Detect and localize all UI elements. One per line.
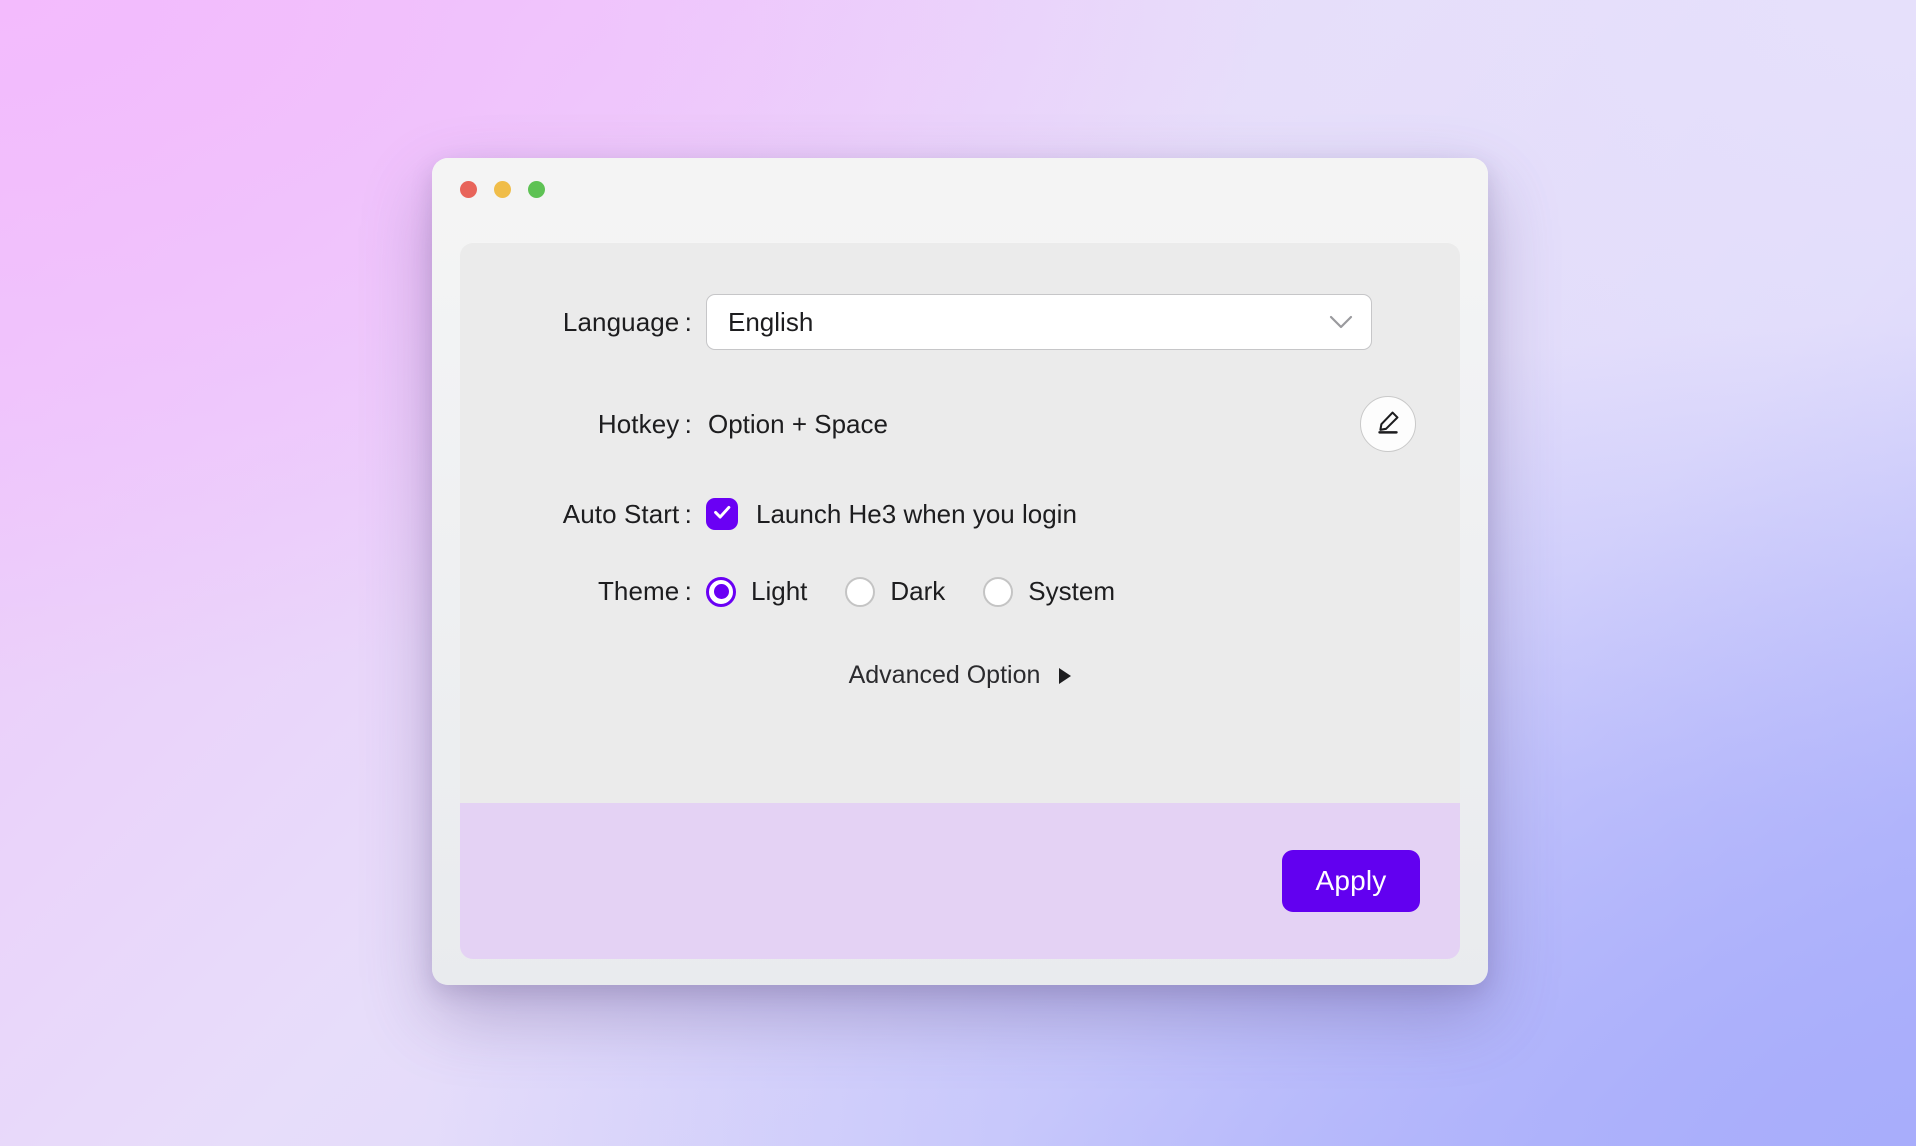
theme-option-system[interactable]: System (983, 576, 1115, 607)
auto-start-label: Auto Start : (562, 498, 692, 529)
theme-radio-group: Light Dark System (706, 576, 1115, 607)
triangle-right-icon (1059, 667, 1072, 684)
radio-button-system[interactable] (983, 576, 1014, 607)
advanced-option-label: Advanced Option (848, 661, 1041, 689)
language-label: Language : (562, 306, 692, 337)
minimize-window-button[interactable] (494, 180, 511, 198)
pencil-edit-icon (1375, 409, 1401, 440)
radio-button-light[interactable] (706, 576, 736, 607)
auto-start-row: Auto Start : Launch He3 when you login (460, 498, 1460, 530)
auto-start-checkbox-label[interactable]: Launch He3 when you login (756, 499, 1077, 530)
language-select[interactable]: English (706, 294, 1372, 350)
theme-option-light-label: Light (751, 576, 808, 606)
chevron-down-icon (1329, 315, 1353, 329)
checkmark-icon (711, 501, 733, 528)
theme-label: Theme : (597, 576, 692, 606)
theme-row: Theme : Light Dark System (460, 576, 1460, 607)
theme-option-light[interactable]: Light (706, 576, 807, 607)
settings-window: Language : English Hotkey : Option + Spa… (432, 158, 1488, 985)
language-row: Language : English (460, 294, 1460, 350)
close-window-button[interactable] (460, 180, 477, 198)
settings-panel: Language : English Hotkey : Option + Spa… (460, 242, 1460, 812)
edit-hotkey-button[interactable] (1360, 396, 1416, 452)
radio-button-dark[interactable] (845, 576, 876, 607)
hotkey-label: Hotkey : (597, 408, 692, 439)
window-titlebar (432, 158, 1488, 220)
language-selected-value: English (728, 306, 814, 337)
window-footer: Apply (460, 803, 1460, 959)
auto-start-checkbox-group: Launch He3 when you login (706, 498, 1077, 530)
hotkey-left-group: Hotkey : Option + Space (460, 409, 888, 440)
settings-panel-wrapper: Language : English Hotkey : Option + Spa… (432, 220, 1488, 812)
apply-button[interactable]: Apply (1282, 850, 1420, 912)
theme-option-dark[interactable]: Dark (845, 576, 945, 607)
maximize-window-button[interactable] (528, 180, 545, 198)
hotkey-value: Option + Space (708, 408, 888, 439)
hotkey-row: Hotkey : Option + Space (460, 396, 1460, 452)
advanced-option-toggle[interactable]: Advanced Option (460, 661, 1460, 690)
traffic-light-controls (460, 180, 545, 198)
theme-option-dark-label: Dark (890, 576, 946, 606)
theme-option-system-label: System (1028, 576, 1115, 606)
auto-start-checkbox[interactable] (706, 498, 738, 530)
